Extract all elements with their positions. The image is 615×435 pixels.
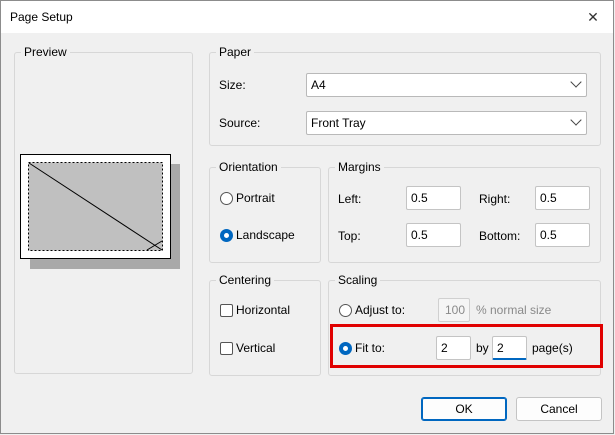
- portrait-label[interactable]: Portrait: [236, 191, 275, 205]
- chevron-down-icon: [570, 114, 582, 126]
- right-margin-input[interactable]: 0.5: [535, 186, 590, 210]
- bottom-margin-label: Bottom:: [479, 229, 521, 243]
- centering-group-label: Centering: [216, 273, 275, 287]
- chevron-down-icon: [570, 76, 582, 88]
- page-setup-dialog: Page Setup ✕ Preview Paper Size: A4 Sour…: [0, 0, 614, 434]
- bottom-margin-input[interactable]: 0.5: [535, 223, 590, 247]
- top-margin-label: Top:: [338, 229, 361, 243]
- cancel-button[interactable]: Cancel: [516, 397, 602, 421]
- horizontal-checkbox[interactable]: [220, 304, 233, 317]
- centering-group: Centering Horizontal Vertical: [209, 273, 321, 376]
- size-label: Size:: [219, 78, 246, 92]
- margins-group: Margins Left: 0.5 Right: 0.5 Top: 0.5 Bo…: [328, 160, 601, 263]
- right-margin-label: Right:: [479, 192, 511, 206]
- window-title: Page Setup: [10, 10, 73, 24]
- margins-group-label: Margins: [335, 160, 384, 174]
- ok-button[interactable]: OK: [421, 397, 507, 421]
- close-icon[interactable]: ✕: [583, 7, 603, 27]
- source-label: Source:: [219, 116, 261, 130]
- adjust-percent-input[interactable]: 100: [438, 298, 470, 322]
- page-preview: [20, 154, 180, 269]
- orientation-group-label: Orientation: [216, 160, 281, 174]
- paper-group: Paper Size: A4 Source: Front Tray: [209, 45, 601, 146]
- vertical-checkbox[interactable]: [220, 342, 233, 355]
- title-bar: Page Setup ✕: [1, 1, 613, 33]
- size-select[interactable]: A4: [306, 73, 587, 97]
- horizontal-label[interactable]: Horizontal: [236, 303, 290, 317]
- adjust-to-radio[interactable]: [339, 304, 352, 317]
- landscape-label[interactable]: Landscape: [236, 228, 295, 242]
- portrait-radio[interactable]: [220, 192, 233, 205]
- left-margin-input[interactable]: 0.5: [406, 186, 461, 210]
- left-margin-label: Left:: [338, 192, 362, 206]
- scaling-group-label: Scaling: [335, 273, 381, 287]
- preview-group: Preview: [14, 45, 193, 374]
- source-select[interactable]: Front Tray: [306, 111, 587, 135]
- size-select-value: A4: [311, 78, 326, 92]
- source-select-value: Front Tray: [311, 116, 366, 130]
- adjust-to-label[interactable]: Adjust to:: [355, 303, 405, 317]
- top-margin-input[interactable]: 0.5: [406, 223, 461, 247]
- preview-group-label: Preview: [21, 45, 70, 59]
- vertical-label[interactable]: Vertical: [236, 341, 275, 355]
- orientation-group: Orientation Portrait Landscape: [209, 160, 321, 263]
- paper-group-label: Paper: [216, 45, 255, 59]
- highlight-box: [330, 324, 603, 368]
- landscape-radio[interactable]: [220, 229, 233, 242]
- adjust-unit-label: % normal size: [476, 303, 552, 317]
